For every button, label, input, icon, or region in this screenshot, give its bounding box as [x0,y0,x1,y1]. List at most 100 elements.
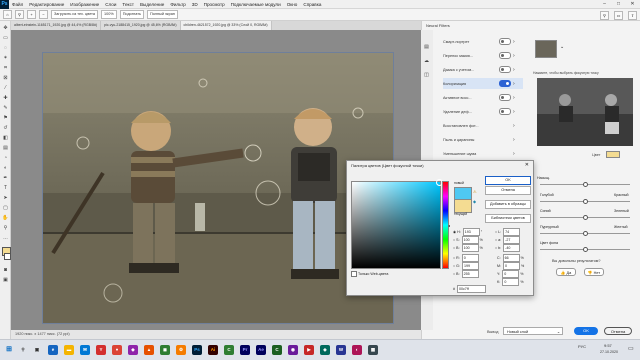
zoom-tool-icon[interactable]: ⚲ [15,10,24,19]
filter-toggle[interactable] [499,52,511,59]
hex-field[interactable]: 00c7ff [457,285,486,293]
resize-windows-button[interactable]: Загрузить из тех. цвета [51,10,98,19]
after-effects-taskbar-icon[interactable]: Ae [256,345,266,355]
app-icon-6[interactable]: C [272,345,282,355]
path-select-icon[interactable]: ➤ [2,195,9,202]
workspace-icon[interactable]: ▭ [614,11,623,20]
clock-time[interactable]: 9:57 [604,343,612,348]
app-icon-7[interactable]: ◉ [288,345,298,355]
frame-tool-icon[interactable]: ⊠ [2,75,9,82]
filter-toggle[interactable] [499,108,511,115]
menu-select[interactable]: Выделение [137,0,167,9]
healing-brush-icon[interactable]: ✚ [2,95,9,102]
app-icon-9[interactable]: ◈ [320,345,330,355]
eyedropper-icon[interactable]: ⁄ [2,85,9,92]
slider-magenta-yellow-knob[interactable] [583,231,588,236]
feedback-yes-button[interactable]: 👍 Да [556,268,576,276]
r-field[interactable]: 0 [461,254,479,262]
zoom-100-button[interactable]: 100% [100,10,117,19]
yandex-icon[interactable]: Y [96,345,106,355]
close-icon[interactable]: ✕ [525,162,529,168]
add-to-swatches-button[interactable]: Добавить в образцы [485,200,531,209]
focus-color-swatch[interactable] [606,151,620,158]
zoom-tool-icon[interactable]: ⚲ [2,225,9,232]
brightness-field[interactable]: 100 [461,244,479,252]
y-field[interactable]: 0 [502,270,520,278]
zoom-in-icon[interactable]: + [27,10,36,19]
menu-image[interactable]: Изображение [67,0,102,9]
maximize-icon[interactable]: □ [612,0,625,9]
filter-toggle[interactable] [499,80,511,87]
filter-toggle[interactable] [499,66,511,73]
h-field[interactable]: 193 [462,228,480,236]
gradient-tool-icon[interactable]: ▤ [2,145,9,152]
c-field[interactable]: 66 [502,254,520,262]
saturation-brightness-field[interactable] [351,179,443,269]
chrome-icon[interactable]: ● [112,345,122,355]
radio-l[interactable]: ○ [495,230,497,234]
menu-layers[interactable]: Слои [102,0,119,9]
app-icon-10[interactable]: W [336,345,346,355]
crop-tool-icon[interactable]: ⌗ [2,65,9,72]
s-field[interactable]: 100 [461,236,479,244]
radio-a[interactable]: ○ [495,238,497,242]
search-icon[interactable]: ⚲ [18,345,28,355]
radio-g[interactable]: ○ [453,264,455,268]
wait-list-icon[interactable]: ☁ [423,58,430,65]
lab-b-field[interactable]: -40 [503,244,521,252]
color-libraries-button[interactable]: Библиотеки цветов [485,214,531,223]
app-icon-4[interactable]: ⚙ [176,345,186,355]
screen-mode-icon[interactable]: ▣ [2,277,9,284]
menu-edit[interactable]: Редактирование [26,0,67,9]
quick-mask-icon[interactable]: ◙ [2,267,9,274]
notifications-icon[interactable]: ▭ [628,345,634,352]
hue-slider-arrow-icon[interactable]: ◂ [448,223,450,228]
app-icon-1[interactable]: ◆ [128,345,138,355]
focus-point-preview[interactable] [537,78,633,146]
radio-h[interactable]: ◉ [453,230,456,234]
browser-icon[interactable]: e [48,345,58,355]
m-field[interactable]: 0 [503,262,520,270]
app-icon-12[interactable]: ▦ [368,345,378,355]
slider-cyan-red-knob[interactable] [583,199,588,204]
filter-super-zoom[interactable]: Активное восс... › [443,92,523,103]
filter-colorize[interactable]: Колоризация › [443,78,523,89]
preview-thumbnail[interactable] [535,40,557,58]
slider-blue-green-knob[interactable] [583,215,588,220]
clock-date[interactable]: 27.10.2020 [600,350,618,354]
web-safe-cube-icon[interactable]: ◆ [473,199,476,204]
picker-ok-button[interactable]: OK [485,176,531,185]
document-photo[interactable] [42,52,394,324]
eraser-tool-icon[interactable]: ◧ [2,135,9,142]
radio-lab-b[interactable]: ○ [495,246,497,250]
output-select[interactable]: Новый слой ⌄ [503,327,563,335]
filter-photo-restoration[interactable]: Восстановлен фот... › [443,120,523,131]
app-icon-5[interactable]: C [224,345,234,355]
l-field[interactable]: 74 [503,228,521,236]
menu-window[interactable]: Окно [284,0,301,9]
feedback-no-button[interactable]: 👎 Нет [584,268,604,276]
slider-bg-color-knob[interactable] [583,247,588,252]
app-icon-3[interactable]: ◼ [160,345,170,355]
close-icon[interactable]: ✕ [626,0,639,9]
filters-list-icon[interactable]: ▤ [423,44,430,51]
zoom-out-icon[interactable]: − [39,10,48,19]
current-color-swatch[interactable] [454,199,472,213]
lasso-tool-icon[interactable]: ◌ [2,45,9,52]
picker-cancel-button[interactable]: Отмена [485,186,531,195]
tab-children[interactable]: children-4621572_1920.jpg @ 33% (Слой 0,… [180,21,272,30]
menu-help[interactable]: Справка [300,0,324,9]
radio-b-brightness[interactable]: ○ [453,246,455,250]
brush-tool-icon[interactable]: ✎ [2,105,9,112]
menu-plugins[interactable]: Подключаемые модули [228,0,284,9]
filter-smart-portrait[interactable]: Смарт-портрет › [443,36,523,47]
move-tool-icon[interactable]: ✥ [2,25,9,32]
minimize-icon[interactable]: – [598,0,611,9]
radio-r[interactable]: ○ [453,256,455,260]
photoshop-taskbar-icon[interactable]: Ps [192,345,202,355]
neural-ok-button[interactable]: OK [574,327,598,335]
magic-wand-icon[interactable]: ✶ [2,55,9,62]
filter-depth-blur[interactable]: Дымка с учетом... › [443,64,523,75]
background-color-swatch[interactable] [4,253,11,260]
blur-tool-icon[interactable]: ◔ [2,155,9,162]
